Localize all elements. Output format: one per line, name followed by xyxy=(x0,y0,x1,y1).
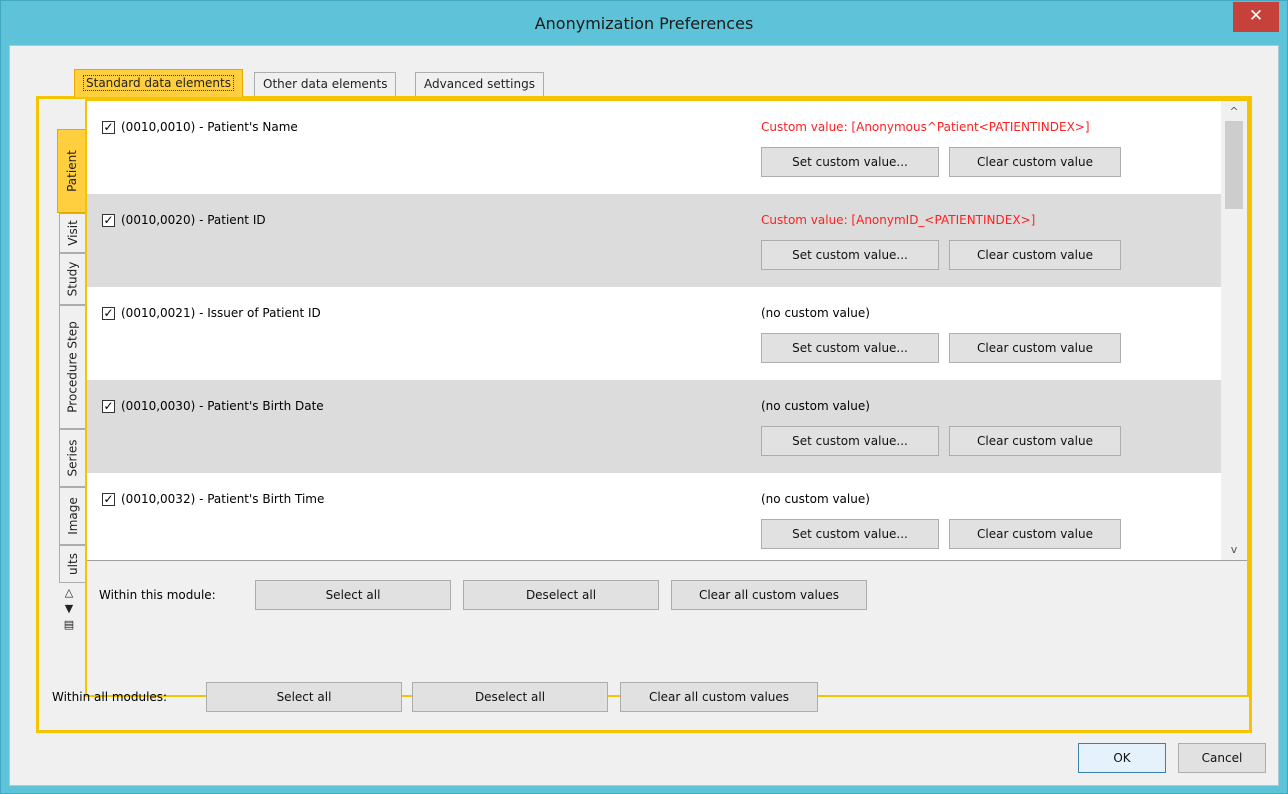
tab-content-frame: Patient Visit Study Procedure Step Serie… xyxy=(36,96,1252,733)
custom-value-text: Custom value: [AnonymID_<PATIENTINDEX>] xyxy=(761,213,1036,227)
all-clear-all-custom-values-button[interactable]: Clear all custom values xyxy=(620,682,818,712)
vertical-scrollbar[interactable]: ^ v xyxy=(1221,101,1247,560)
element-checkbox[interactable]: ✓ xyxy=(102,214,115,227)
list-item: ✓ (0010,0032) - Patient's Birth Time (no… xyxy=(87,473,1221,560)
scroll-up-icon[interactable]: △ xyxy=(59,585,79,601)
clear-custom-value-button[interactable]: Clear custom value xyxy=(949,426,1121,456)
tab-label: Other data elements xyxy=(263,77,388,91)
tab-label: Advanced settings xyxy=(424,77,535,91)
custom-value-text: Custom value: [Anonymous^Patient<PATIENT… xyxy=(761,120,1090,134)
element-label: (0010,0030) - Patient's Birth Date xyxy=(121,399,324,413)
element-checkbox[interactable]: ✓ xyxy=(102,307,115,320)
clear-custom-value-button[interactable]: Clear custom value xyxy=(949,240,1121,270)
custom-value-text: (no custom value) xyxy=(761,492,870,506)
close-icon: ✕ xyxy=(1248,6,1264,26)
all-actions-label: Within all modules: xyxy=(52,690,168,704)
side-tab-navigator: △ ▼ ▤ xyxy=(59,585,79,633)
side-tab-study[interactable]: Study xyxy=(59,253,85,305)
all-select-all-button[interactable]: Select all xyxy=(206,682,402,712)
custom-value-text: (no custom value) xyxy=(761,306,870,320)
side-tab-series[interactable]: Series xyxy=(59,429,85,487)
list-item: ✓ (0010,0030) - Patient's Birth Date (no… xyxy=(87,380,1221,473)
ok-button[interactable]: OK xyxy=(1078,743,1166,773)
side-tab-procedure-step[interactable]: Procedure Step xyxy=(59,305,85,429)
data-element-list: ✓ (0010,0010) - Patient's Name Custom va… xyxy=(87,101,1247,561)
list-item: ✓ (0010,0020) - Patient ID Custom value:… xyxy=(87,194,1221,287)
tab-advanced-settings[interactable]: Advanced settings xyxy=(415,72,544,96)
module-clear-all-custom-values-button[interactable]: Clear all custom values xyxy=(671,580,867,610)
side-tab-label: Patient xyxy=(64,150,79,192)
side-tab-patient[interactable]: Patient xyxy=(57,129,85,213)
set-custom-value-button[interactable]: Set custom value... xyxy=(761,519,939,549)
side-tab-label: Procedure Step xyxy=(65,321,80,413)
scroll-down-arrow-icon[interactable]: v xyxy=(1221,541,1247,559)
element-checkbox[interactable]: ✓ xyxy=(102,121,115,134)
close-button[interactable]: ✕ xyxy=(1233,2,1279,32)
scrollbar-thumb[interactable] xyxy=(1225,121,1243,209)
tab-label: Standard data elements xyxy=(83,75,234,91)
set-custom-value-button[interactable]: Set custom value... xyxy=(761,333,939,363)
custom-value-text: (no custom value) xyxy=(761,399,870,413)
clear-custom-value-button[interactable]: Clear custom value xyxy=(949,519,1121,549)
clear-custom-value-button[interactable]: Clear custom value xyxy=(949,333,1121,363)
element-label: (0010,0020) - Patient ID xyxy=(121,213,266,227)
window-title: Anonymization Preferences xyxy=(534,14,754,33)
set-custom-value-button[interactable]: Set custom value... xyxy=(761,240,939,270)
list-item: ✓ (0010,0021) - Issuer of Patient ID (no… xyxy=(87,287,1221,380)
dialog-client-area: Standard data elements Other data elemen… xyxy=(9,45,1279,786)
side-tab-image[interactable]: Image xyxy=(59,487,85,545)
side-tab-visit[interactable]: Visit xyxy=(59,213,85,253)
side-tab-label: Series xyxy=(65,439,80,477)
all-deselect-all-button[interactable]: Deselect all xyxy=(412,682,608,712)
element-label: (0010,0021) - Issuer of Patient ID xyxy=(121,306,321,320)
module-actions-label: Within this module: xyxy=(99,588,216,602)
module-deselect-all-button[interactable]: Deselect all xyxy=(463,580,659,610)
element-checkbox[interactable]: ✓ xyxy=(102,400,115,413)
element-checkbox[interactable]: ✓ xyxy=(102,493,115,506)
set-custom-value-button[interactable]: Set custom value... xyxy=(761,147,939,177)
side-tab-label: Image xyxy=(65,497,80,535)
side-tab-label: ults xyxy=(65,553,80,575)
cancel-button[interactable]: Cancel xyxy=(1178,743,1266,773)
dialog-window: Anonymization Preferences ✕ Standard dat… xyxy=(0,0,1288,794)
title-bar[interactable]: Anonymization Preferences ✕ xyxy=(1,1,1287,45)
tab-standard-data-elements[interactable]: Standard data elements xyxy=(74,69,243,97)
side-tab-label: Study xyxy=(65,261,80,297)
clear-custom-value-button[interactable]: Clear custom value xyxy=(949,147,1121,177)
list-icon[interactable]: ▤ xyxy=(59,617,79,633)
side-tab-results[interactable]: ults xyxy=(59,545,85,583)
element-label: (0010,0032) - Patient's Birth Time xyxy=(121,492,325,506)
scroll-up-arrow-icon[interactable]: ^ xyxy=(1221,103,1247,121)
scroll-down-icon[interactable]: ▼ xyxy=(59,601,79,617)
list-item: ✓ (0010,0010) - Patient's Name Custom va… xyxy=(87,101,1221,194)
module-panel: ✓ (0010,0010) - Patient's Name Custom va… xyxy=(85,99,1249,697)
module-select-all-button[interactable]: Select all xyxy=(255,580,451,610)
set-custom-value-button[interactable]: Set custom value... xyxy=(761,426,939,456)
tab-other-data-elements[interactable]: Other data elements xyxy=(254,72,397,96)
element-label: (0010,0010) - Patient's Name xyxy=(121,120,298,134)
side-tab-label: Visit xyxy=(65,220,80,246)
